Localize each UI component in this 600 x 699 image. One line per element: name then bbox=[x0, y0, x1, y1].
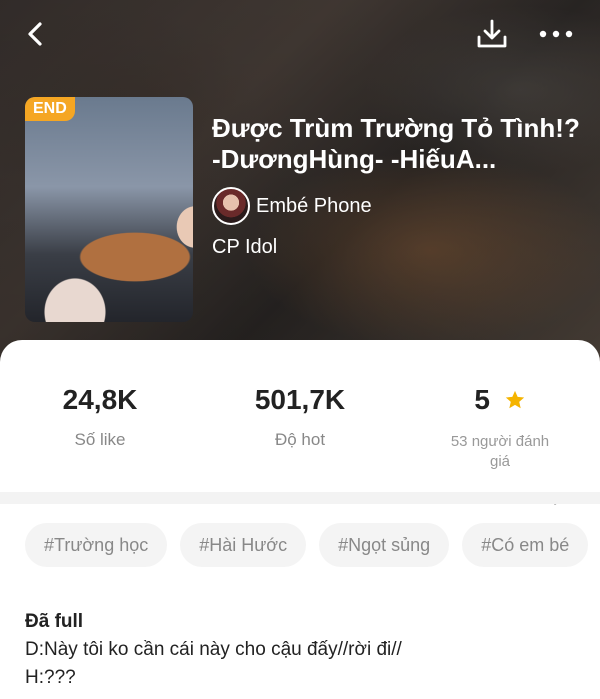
hot-value: 501,7K bbox=[254, 384, 346, 415]
star-icon bbox=[505, 390, 524, 409]
description-title: Đã full bbox=[25, 611, 84, 632]
download-button[interactable] bbox=[474, 16, 510, 52]
back-arrow-icon bbox=[28, 22, 42, 46]
hot-stat: 501,7K Độ hot bbox=[200, 380, 400, 450]
story-category[interactable]: CP Idol bbox=[212, 236, 277, 259]
tag-truong-hoc[interactable]: #Trường học bbox=[25, 523, 168, 567]
story-cover-image[interactable]: END bbox=[25, 97, 193, 322]
story-description: Đã full D:Này tôi ko cần cái này cho cậu… bbox=[25, 608, 585, 692]
section-divider bbox=[0, 492, 600, 504]
more-dots-icon bbox=[539, 30, 573, 38]
back-button[interactable] bbox=[18, 16, 54, 52]
tag-list: #Trường học #Hài Hước #Ngọt sủng #Có em … bbox=[25, 523, 589, 567]
author-avatar bbox=[212, 187, 250, 225]
more-options-button[interactable] bbox=[536, 16, 576, 52]
rating-label: 53 người đánh giá bbox=[450, 433, 550, 470]
author-name: Embé Phone bbox=[256, 194, 372, 217]
story-title: Được Trùm Trường Tỏ Tình!?-DươngHùng- -H… bbox=[212, 113, 580, 174]
hot-label: Độ hot bbox=[274, 430, 326, 449]
tag-ngot-sung[interactable]: #Ngọt sủng bbox=[319, 523, 450, 567]
likes-stat: 24,8K Số like bbox=[0, 380, 200, 450]
download-icon bbox=[477, 19, 507, 48]
status-badge: END bbox=[25, 97, 75, 121]
description-line-1: D:Này tôi ko cần cái này cho cậu đấy//rờ… bbox=[25, 639, 402, 660]
rating-stat[interactable]: 5 53 người đánh giá bbox=[400, 380, 600, 505]
likes-value: 24,8K bbox=[62, 384, 138, 415]
rating-value: 5 bbox=[474, 384, 490, 415]
tag-hai-huoc[interactable]: #Hài Hước bbox=[180, 523, 307, 567]
description-line-2: H:??? bbox=[25, 667, 76, 688]
likes-label: Số like bbox=[74, 430, 126, 449]
details-sheet: 24,8K Số like 501,7K Độ hot 5 53 người đ… bbox=[0, 340, 600, 699]
stats-row: 24,8K Số like 501,7K Độ hot 5 53 người đ… bbox=[0, 380, 600, 505]
tag-co-em-be[interactable]: #Có em bé bbox=[462, 523, 589, 567]
author-link[interactable]: Embé Phone bbox=[212, 187, 372, 225]
top-bar bbox=[0, 0, 600, 70]
